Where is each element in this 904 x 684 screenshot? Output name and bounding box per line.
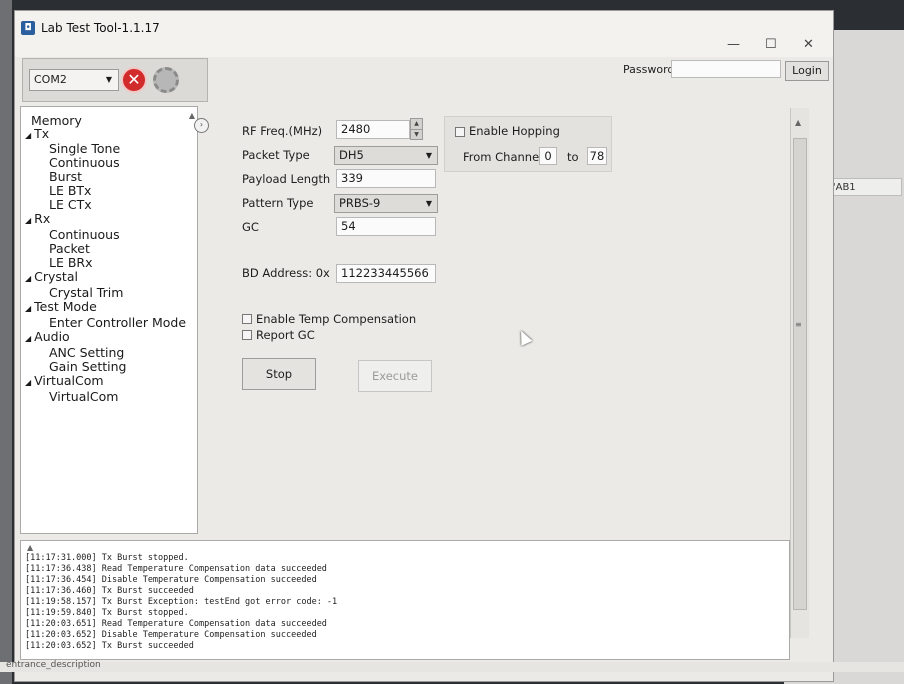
tree-item-le-brx[interactable]: LE BRx bbox=[49, 255, 93, 270]
tree-item-tx-continuous[interactable]: Continuous bbox=[49, 155, 120, 170]
packet-type-select[interactable]: DH5 ▼ bbox=[334, 146, 438, 165]
collapse-icon: ◢ bbox=[25, 131, 32, 140]
com-port-select[interactable]: COM2 ▼ bbox=[29, 69, 119, 91]
log-line: [11:20:03.652] Disable Temperature Compe… bbox=[25, 630, 317, 640]
password-label: Password: bbox=[623, 63, 679, 76]
tree-item-rx-continuous[interactable]: Continuous bbox=[49, 227, 120, 242]
status-bar: entrance_description bbox=[0, 660, 904, 672]
report-gc-checkbox[interactable] bbox=[242, 330, 252, 340]
close-window-button[interactable]: ✕ bbox=[803, 37, 814, 52]
minimize-button[interactable]: — bbox=[727, 37, 740, 52]
pattern-type-select[interactable]: PRBS-9 ▼ bbox=[334, 194, 438, 213]
background-app-edge bbox=[0, 0, 12, 684]
tree-item-crystal-trim[interactable]: Crystal Trim bbox=[49, 285, 123, 300]
enable-temp-label: Enable Temp Compensation bbox=[256, 312, 417, 326]
from-channel-input[interactable]: 0 bbox=[539, 147, 557, 165]
pattern-type-value: PRBS-9 bbox=[339, 196, 381, 210]
scroll-up-icon[interactable]: ▲ bbox=[795, 118, 801, 127]
collapse-icon: ◢ bbox=[25, 334, 32, 343]
tree-item-anc-setting[interactable]: ANC Setting bbox=[49, 345, 124, 360]
scrollbar-thumb[interactable] bbox=[793, 138, 807, 610]
log-line: [11:17:31.000] Tx Burst stopped. bbox=[25, 553, 189, 563]
password-input[interactable] bbox=[671, 60, 781, 78]
bd-address-label: BD Address: 0x bbox=[242, 266, 330, 280]
rf-freq-spinner[interactable]: ▲ ▼ bbox=[410, 118, 423, 140]
tree-item-packet[interactable]: Packet bbox=[49, 241, 90, 256]
log-panel[interactable]: ▲ [11:17:31.000] Tx Burst stopped. [11:1… bbox=[20, 540, 790, 660]
collapse-icon: ◢ bbox=[25, 274, 32, 283]
collapse-icon: ◢ bbox=[25, 378, 32, 387]
login-button[interactable]: Login bbox=[785, 61, 829, 81]
function-tree[interactable]: ▲ Memory ◢ Tx Single Tone Continuous Burs… bbox=[20, 106, 198, 534]
tree-item-single-tone[interactable]: Single Tone bbox=[49, 141, 120, 156]
main-scrollbar[interactable]: ▲ ≡ bbox=[790, 108, 809, 638]
disconnect-icon[interactable]: ✕ bbox=[121, 67, 147, 93]
toolbar: COM2 ▼ ✕ bbox=[22, 58, 208, 102]
collapse-icon: ◢ bbox=[25, 216, 32, 225]
tree-item-burst[interactable]: Burst bbox=[49, 169, 82, 184]
app-icon: ◘ bbox=[21, 21, 35, 35]
window-title: Lab Test Tool-1.1.17 bbox=[41, 21, 160, 35]
chevron-down-icon: ▼ bbox=[425, 151, 432, 160]
report-gc-label: Report GC bbox=[256, 328, 315, 342]
tree-item-test-mode[interactable]: ◢ Test Mode bbox=[25, 299, 97, 314]
chevron-down-icon: ▼ bbox=[105, 75, 112, 84]
enable-hopping-label: Enable Hopping bbox=[469, 124, 560, 138]
spin-up-icon[interactable]: ▲ bbox=[411, 119, 422, 129]
gear-icon[interactable] bbox=[153, 67, 179, 93]
gc-input[interactable]: 54 bbox=[336, 217, 436, 236]
tree-item-crystal[interactable]: ◢ Crystal bbox=[25, 269, 78, 284]
expand-panel-icon[interactable]: › bbox=[194, 118, 209, 133]
tree-item-le-ctx[interactable]: LE CTx bbox=[49, 197, 92, 212]
com-port-value: COM2 bbox=[34, 73, 67, 86]
scroll-up-icon[interactable]: ▲ bbox=[27, 543, 33, 552]
gc-label: GC bbox=[242, 220, 259, 234]
log-line: [11:20:03.652] Tx Burst succeeded bbox=[25, 641, 194, 651]
tree-item-tx[interactable]: ◢ Tx bbox=[25, 126, 49, 141]
rf-freq-label: RF Freq.(MHz) bbox=[242, 124, 323, 138]
to-label: to bbox=[567, 150, 579, 164]
log-line: [11:19:58.157] Tx Burst Exception: testE… bbox=[25, 597, 338, 607]
hopping-panel: Enable Hopping From Channel 0 to 78 bbox=[444, 116, 612, 172]
scroll-grip-icon: ≡ bbox=[795, 320, 802, 329]
log-line: [11:17:36.438] Read Temperature Compensa… bbox=[25, 564, 327, 574]
pattern-type-label: Pattern Type bbox=[242, 196, 314, 210]
scroll-up-icon[interactable]: ▲ bbox=[189, 111, 195, 120]
title-bar: ◘ Lab Test Tool-1.1.17 — ☐ ✕ bbox=[15, 11, 833, 57]
spin-down-icon[interactable]: ▼ bbox=[411, 129, 422, 140]
to-channel-input[interactable]: 78 bbox=[587, 147, 607, 165]
log-line: [11:19:59.840] Tx Burst stopped. bbox=[25, 608, 189, 618]
tree-item-audio[interactable]: ◢ Audio bbox=[25, 329, 70, 344]
payload-length-input[interactable]: 339 bbox=[336, 169, 436, 188]
enable-temp-checkbox[interactable] bbox=[242, 314, 252, 324]
tree-item-virtualcom[interactable]: VirtualCom bbox=[49, 389, 118, 404]
collapse-icon: ◢ bbox=[25, 304, 32, 313]
tree-item-gain-setting[interactable]: Gain Setting bbox=[49, 359, 126, 374]
log-line: [11:17:36.454] Disable Temperature Compe… bbox=[25, 575, 317, 585]
from-channel-label: From Channel bbox=[463, 150, 543, 164]
tree-item-virtualcom-group[interactable]: ◢ VirtualCom bbox=[25, 373, 104, 388]
status-text: entrance_description bbox=[6, 660, 101, 670]
log-line: [11:17:36.460] Tx Burst succeeded bbox=[25, 586, 194, 596]
chevron-down-icon: ▼ bbox=[425, 199, 432, 208]
packet-type-value: DH5 bbox=[339, 148, 364, 162]
execute-button[interactable]: Execute bbox=[358, 360, 432, 392]
tree-item-enter-controller-mode[interactable]: Enter Controller Mode bbox=[49, 315, 186, 330]
log-line: [11:20:03.651] Read Temperature Compensa… bbox=[25, 619, 327, 629]
stop-button[interactable]: Stop bbox=[242, 358, 316, 390]
rf-freq-input[interactable]: 2480 bbox=[336, 120, 410, 139]
bd-address-input[interactable]: 112233445566 bbox=[336, 264, 436, 283]
tree-item-rx[interactable]: ◢ Rx bbox=[25, 211, 50, 226]
payload-length-label: Payload Length bbox=[242, 172, 331, 186]
maximize-button[interactable]: ☐ bbox=[765, 37, 777, 52]
packet-type-label: Packet Type bbox=[242, 148, 310, 162]
tree-item-le-btx[interactable]: LE BTx bbox=[49, 183, 91, 198]
enable-hopping-checkbox[interactable] bbox=[455, 127, 465, 137]
